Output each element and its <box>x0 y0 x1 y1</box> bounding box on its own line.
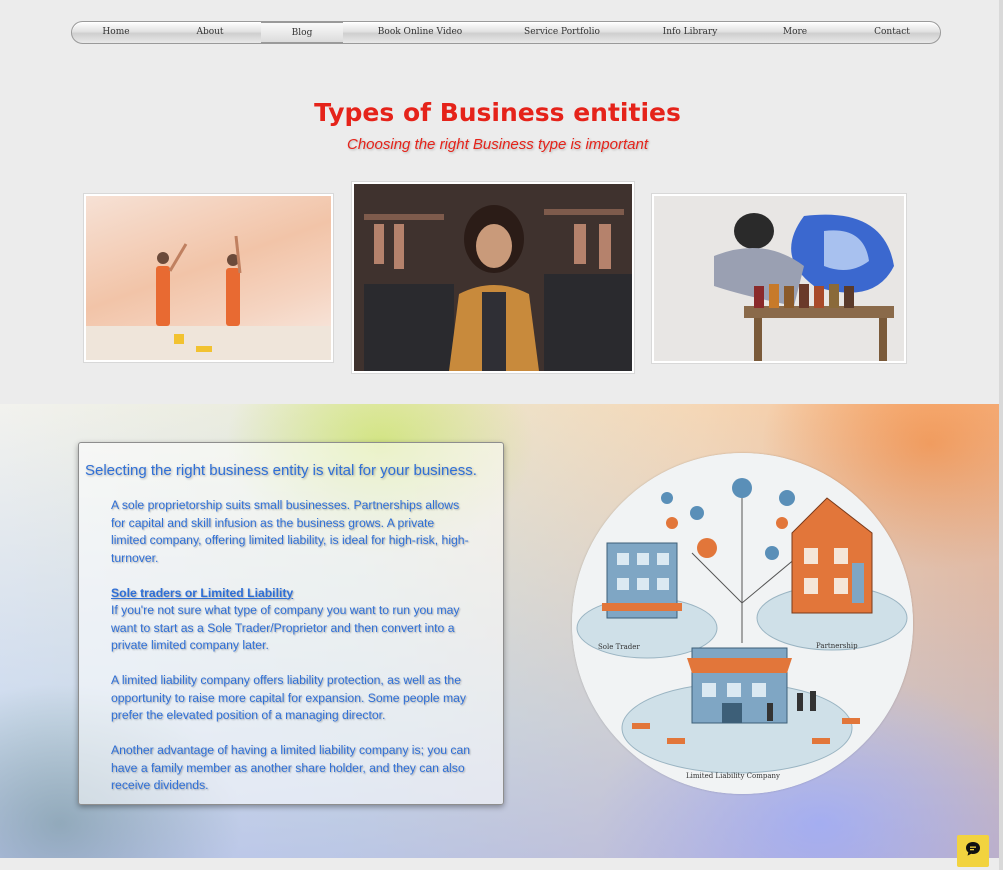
nav-book-online-video[interactable]: Book Online Video <box>377 22 463 43</box>
nav-contact[interactable]: Contact <box>870 22 914 43</box>
card-paragraph-dividends: Another advantage of having a limited li… <box>111 743 471 792</box>
nav-blog[interactable]: Blog <box>261 22 343 43</box>
main-navigation: Home About Blog Book Online Video Servic… <box>71 21 941 44</box>
nav-info-library[interactable]: Info Library <box>662 22 718 43</box>
card-paragraph-sole-trader: If you're not sure what type of company … <box>111 603 460 652</box>
business-types-illustration: Sole Trader Partnership Limited Liabilit… <box>572 453 913 794</box>
label-partnership: Partnership <box>816 642 858 650</box>
nav-about[interactable]: About <box>185 22 235 43</box>
page-scrollbar[interactable] <box>999 0 1003 870</box>
label-limited-liability-company: Limited Liability Company <box>686 772 781 780</box>
label-sole-trader: Sole Trader <box>598 643 640 651</box>
nav-home[interactable]: Home <box>92 22 140 43</box>
nav-more[interactable]: More <box>780 22 810 43</box>
photo-shop-owner <box>351 181 635 374</box>
nav-service-portfolio[interactable]: Service Portfolio <box>522 22 602 43</box>
card-paragraph-liability: A limited liability company offers liabi… <box>111 673 466 722</box>
card-paragraph-intro: A sole proprietorship suits small busine… <box>111 498 469 565</box>
page-subtitle: Choosing the right Business type is impo… <box>347 136 648 153</box>
card-title: Selecting the right business entity is v… <box>85 462 477 479</box>
card-body: A sole proprietorship suits small busine… <box>111 497 471 812</box>
chat-button[interactable] <box>957 835 989 867</box>
business-entity-info-card: Selecting the right business entity is v… <box>78 442 504 805</box>
photo-graffiti-artist <box>651 193 907 364</box>
photo-painters-wall <box>83 193 334 363</box>
card-subheading[interactable]: Sole traders or Limited Liability <box>111 585 471 603</box>
page-title: Types of Business entities <box>314 98 681 127</box>
chat-bubble-icon <box>965 841 981 862</box>
